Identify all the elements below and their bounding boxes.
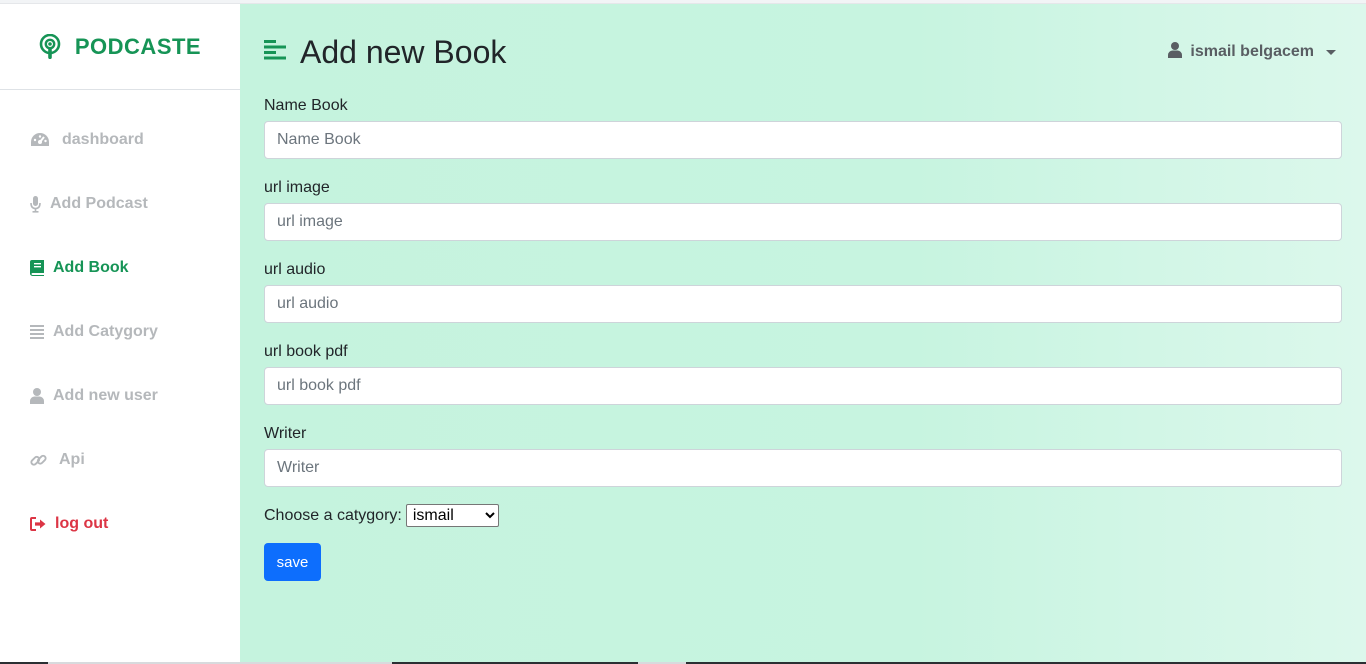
user-icon bbox=[30, 388, 44, 404]
sidebar-item-log-out[interactable]: log out bbox=[0, 492, 240, 556]
main-content: Add new Book ismail belgacem Name Book u… bbox=[240, 4, 1366, 664]
category-select[interactable]: ismail bbox=[405, 504, 499, 527]
sidebar-item-label: Add new user bbox=[53, 387, 158, 404]
chevron-down-icon bbox=[1326, 49, 1336, 55]
url-book-pdf-label: url book pdf bbox=[264, 343, 348, 360]
book-icon bbox=[30, 260, 44, 276]
sidebar-item-label: Add Book bbox=[53, 259, 129, 276]
user-menu-dropdown[interactable]: ismail belgacem bbox=[1168, 41, 1336, 63]
category-label: Choose a catygory: bbox=[264, 506, 402, 524]
list-icon bbox=[30, 325, 44, 339]
writer-input[interactable] bbox=[264, 449, 1342, 487]
sidebar-item-add-book[interactable]: Add Book bbox=[0, 236, 240, 300]
podcast-icon bbox=[39, 33, 61, 60]
sidebar-item-label: Add Podcast bbox=[50, 195, 148, 212]
sidebar-item-add-new-user[interactable]: Add new user bbox=[0, 364, 240, 428]
url-image-input[interactable] bbox=[264, 203, 1342, 241]
align-left-icon[interactable] bbox=[264, 39, 286, 65]
brand[interactable]: PODCASTE bbox=[0, 4, 240, 90]
sidebar-item-label: Api bbox=[59, 451, 85, 468]
category-row: Choose a catygory: ismail bbox=[264, 504, 1342, 527]
sidebar-item-add-podcast[interactable]: Add Podcast bbox=[0, 172, 240, 236]
page-title: Add new Book bbox=[300, 33, 507, 70]
sidebar-nav: dashboard Add Podcast Add Book Add Catyg… bbox=[0, 108, 240, 556]
sidebar-item-label: log out bbox=[55, 515, 109, 532]
microphone-icon bbox=[30, 195, 41, 213]
add-book-form: Name Book url image url audio url book p… bbox=[264, 96, 1342, 581]
user-name: ismail belgacem bbox=[1190, 43, 1314, 60]
name-book-input[interactable] bbox=[264, 121, 1342, 159]
name-book-label: Name Book bbox=[264, 97, 348, 114]
sidebar: PODCASTE dashboard Add Podcast Add Book … bbox=[0, 4, 240, 664]
url-audio-input[interactable] bbox=[264, 285, 1342, 323]
sign-out-icon bbox=[30, 517, 46, 531]
sidebar-item-add-catygory[interactable]: Add Catygory bbox=[0, 300, 240, 364]
url-image-label: url image bbox=[264, 179, 330, 196]
sidebar-item-label: dashboard bbox=[62, 131, 144, 148]
link-icon bbox=[30, 452, 47, 469]
url-audio-label: url audio bbox=[264, 261, 326, 278]
tachometer-icon bbox=[30, 132, 50, 148]
sidebar-item-label: Add Catygory bbox=[53, 323, 158, 340]
user-icon bbox=[1168, 41, 1183, 63]
save-button[interactable]: save bbox=[264, 543, 321, 581]
url-book-pdf-input[interactable] bbox=[264, 367, 1342, 405]
page-header: Add new Book ismail belgacem bbox=[264, 30, 1336, 74]
brand-name: PODCASTE bbox=[74, 33, 202, 59]
sidebar-item-dashboard[interactable]: dashboard bbox=[0, 108, 240, 172]
writer-label: Writer bbox=[264, 425, 307, 442]
sidebar-item-api[interactable]: Api bbox=[0, 428, 240, 492]
